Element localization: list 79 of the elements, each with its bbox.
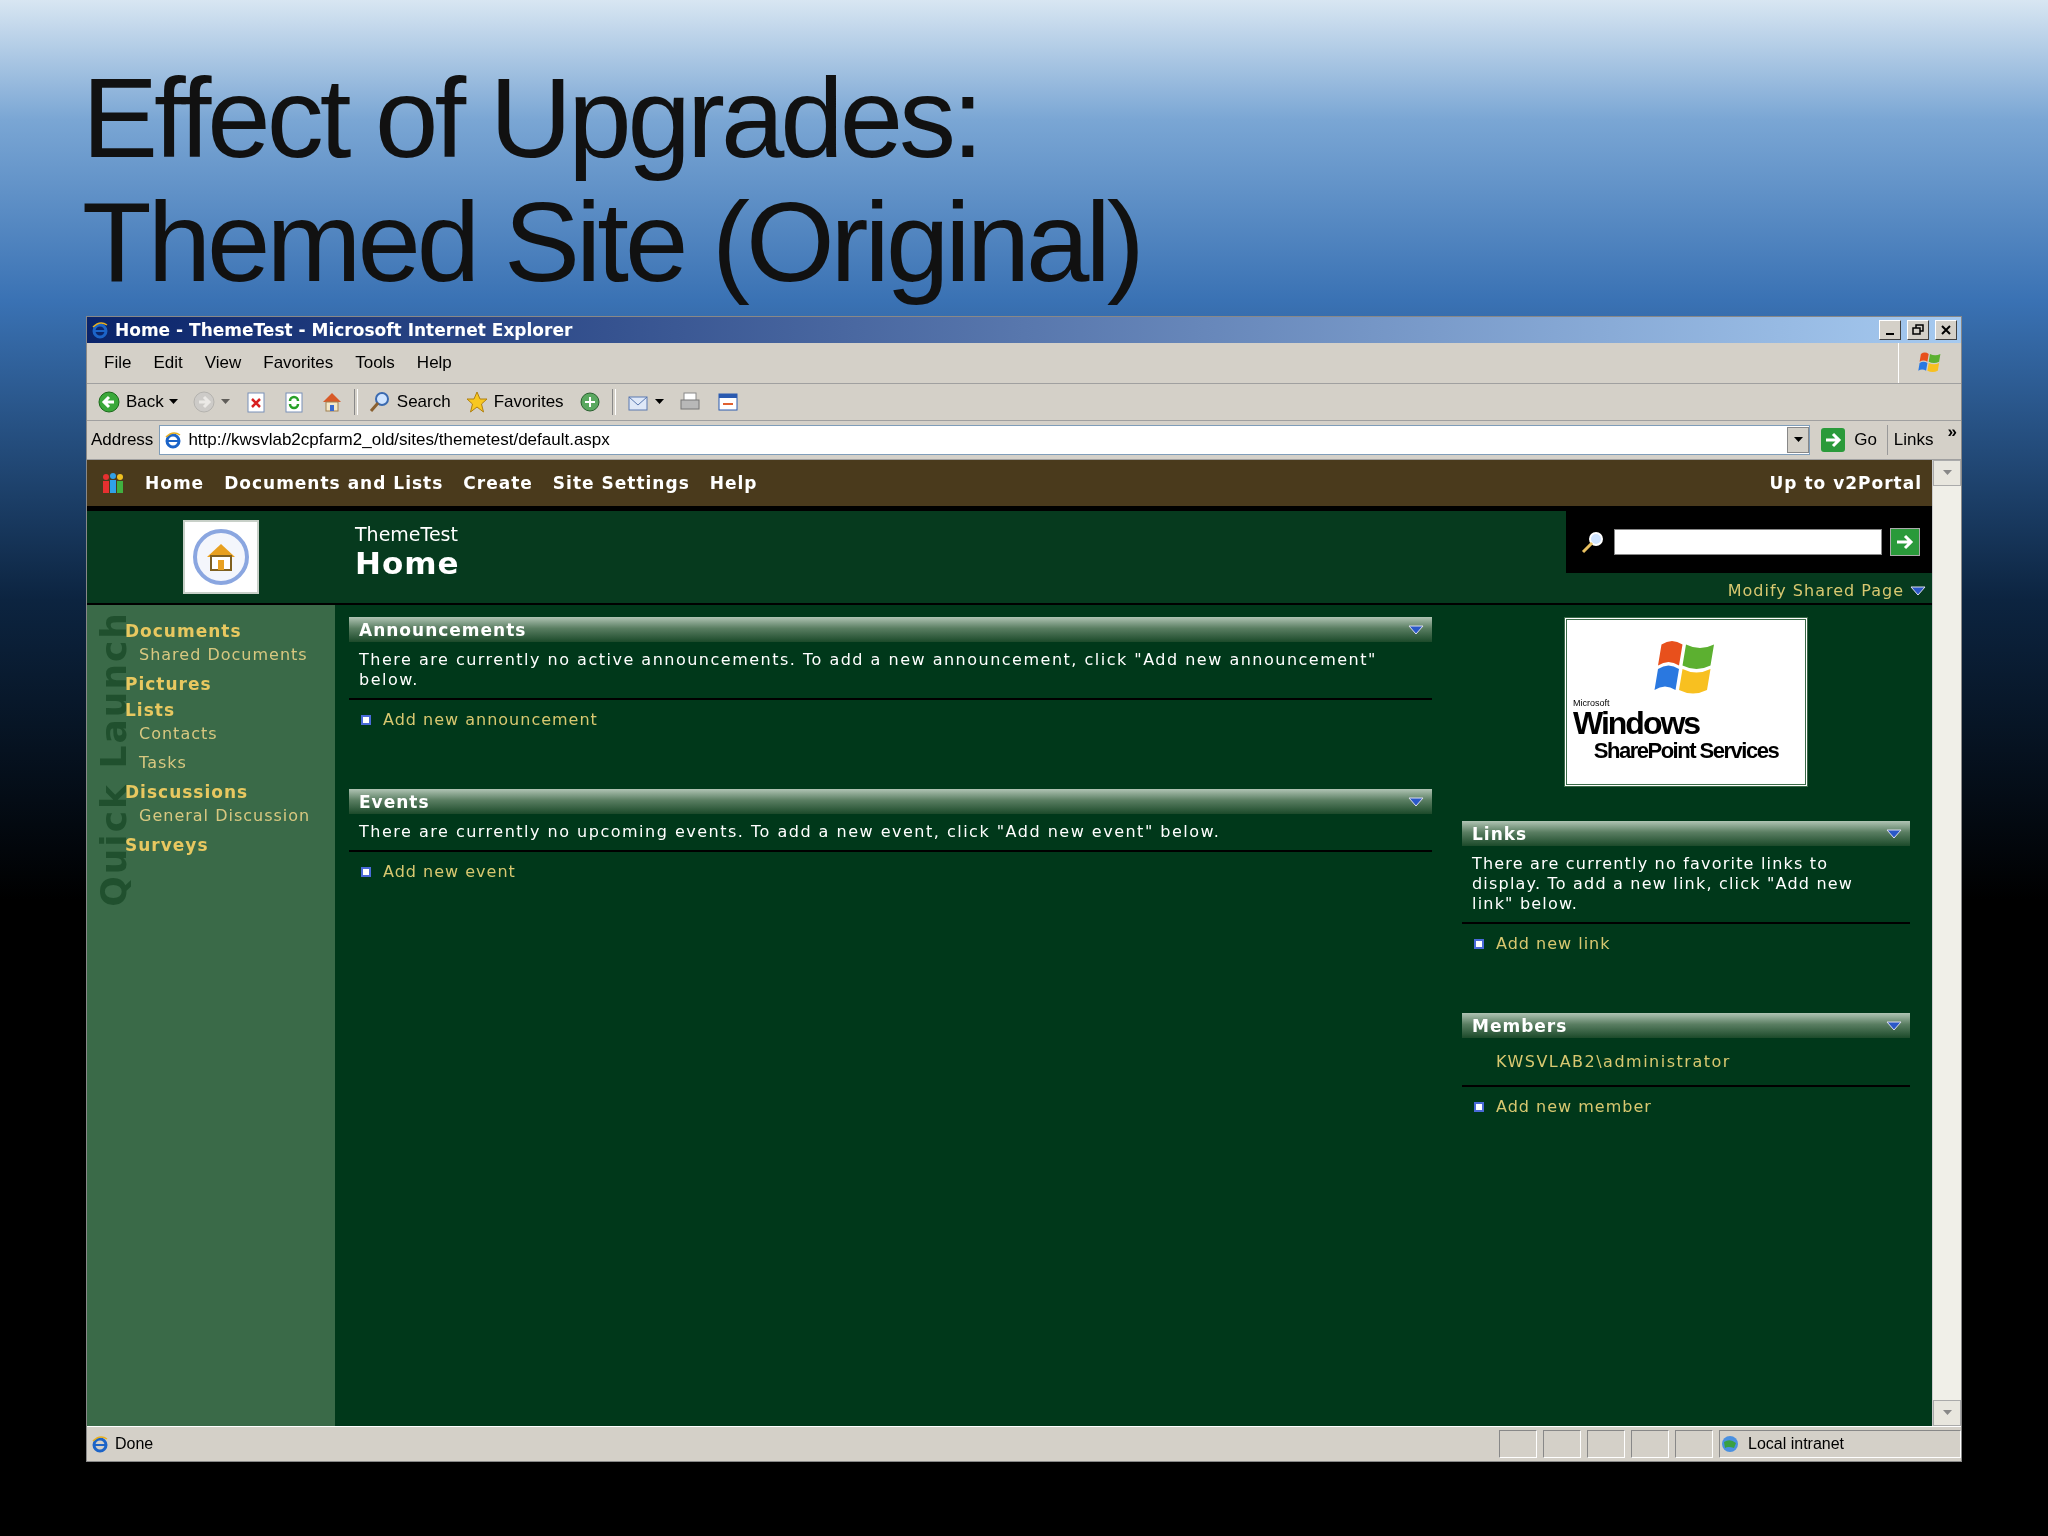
chevron-button[interactable]: » (1947, 422, 1957, 442)
search-icon (1580, 529, 1606, 555)
status-pane (1587, 1430, 1625, 1458)
search-go-button[interactable] (1890, 528, 1920, 556)
nav-heading-link[interactable]: Lists (125, 700, 335, 720)
slide-title: Themed Site (Original) (82, 180, 1141, 304)
status-pane (1543, 1430, 1581, 1458)
status-pane (1631, 1430, 1669, 1458)
empty-message: There are currently no active announcements. To add a new announcement, click "Add new announcement" below. (349, 642, 1432, 700)
restore-icon (1912, 324, 1924, 336)
close-icon (1940, 324, 1952, 336)
add-link[interactable]: Add new event (383, 862, 516, 881)
nav-link[interactable]: Site Settings (552, 473, 690, 493)
add-link[interactable]: Add new announcement (383, 710, 598, 729)
address-label: Address (91, 430, 154, 450)
caret-icon[interactable] (1910, 585, 1926, 596)
minimize-button[interactable] (1879, 320, 1901, 340)
window-title: Home - ThemeTest - Microsoft Internet Explorer (115, 320, 574, 340)
links-button[interactable]: Links (1893, 430, 1934, 450)
arrow-icon (1895, 533, 1915, 551)
page-title: Home (355, 545, 461, 581)
part-title: Links (1472, 823, 1528, 844)
menu-item[interactable]: Edit (142, 353, 194, 373)
status-pane (1499, 1430, 1537, 1458)
dropdown-button[interactable] (1787, 427, 1810, 453)
bullet-icon (361, 866, 371, 877)
site-logo[interactable] (183, 520, 259, 594)
modify-page-link[interactable]: Modify Shared Page (1727, 581, 1904, 600)
nav-link[interactable]: Shared Documents (139, 645, 335, 664)
status-text: Done (115, 1435, 155, 1453)
nav-link[interactable]: General Discussion (139, 806, 335, 825)
nav-link[interactable]: Help (709, 473, 758, 493)
slide-title: Effect of Upgrades: (82, 56, 980, 180)
nav-link[interactable]: Up to v2Portal (1769, 473, 1922, 493)
house-icon (191, 527, 251, 587)
menu-item[interactable]: Help (405, 353, 463, 373)
part-title: Events (359, 791, 430, 812)
go-button[interactable]: Go (1816, 425, 1888, 455)
menu-item[interactable]: Tools (344, 353, 406, 373)
member-link[interactable]: KWSVLAB2\administrator (1462, 1038, 1910, 1087)
people-icon (101, 472, 125, 494)
restore-button[interactable] (1907, 320, 1929, 340)
bullet-icon (361, 714, 371, 725)
add-link[interactable]: Add new link (1496, 934, 1611, 953)
empty-message: There are currently no upcoming events. To add a new event, click "Add new event" below. (349, 814, 1432, 852)
star-icon (464, 390, 489, 414)
nav-link[interactable]: Contacts (139, 724, 335, 743)
add-link[interactable]: Add new member (1496, 1097, 1652, 1116)
nav-heading-link[interactable]: Pictures (125, 674, 335, 694)
nav-link[interactable]: Tasks (139, 753, 335, 772)
caret-icon[interactable] (168, 399, 178, 405)
site-name[interactable]: ThemeTest (355, 523, 1566, 545)
search-icon (367, 390, 392, 414)
nav-link[interactable]: Home (145, 473, 205, 493)
edit-icon (715, 390, 740, 414)
ie-icon (91, 321, 109, 339)
bullet-icon (1474, 938, 1484, 949)
zone-text: Local intranet (1748, 1435, 1845, 1453)
bullet-icon (1474, 1101, 1484, 1112)
search-field[interactable] (1614, 529, 1882, 555)
caret-icon[interactable] (1793, 437, 1803, 443)
favorites-button[interactable]: Favorites (460, 387, 568, 417)
menu-item[interactable]: View (193, 353, 253, 373)
caret-icon[interactable] (654, 399, 664, 405)
menu-item[interactable]: File (93, 353, 143, 373)
back-button[interactable]: Back (93, 387, 182, 417)
part-title: Announcements (359, 619, 527, 640)
product-logo: Microsoft Windows SharePoint Services (1564, 617, 1808, 787)
part-title: Members (1472, 1015, 1568, 1036)
nav-link[interactable]: Create (463, 473, 533, 493)
nav-link[interactable]: Documents and Lists (224, 473, 444, 493)
address-field[interactable]: http://kwsvlab2cpfarm2_old/sites/themetest/default.aspx (159, 425, 1811, 455)
minimize-icon (1886, 333, 1894, 335)
status-pane (1675, 1430, 1713, 1458)
empty-message: There are currently no favorite links to display. To add a new link, click "Add new link" below. (1462, 846, 1910, 924)
search-button[interactable]: Search (363, 387, 455, 417)
nav-heading-link[interactable]: Documents (125, 621, 335, 641)
close-button[interactable] (1935, 320, 1957, 340)
menu-item[interactable]: Favorites (252, 353, 345, 373)
